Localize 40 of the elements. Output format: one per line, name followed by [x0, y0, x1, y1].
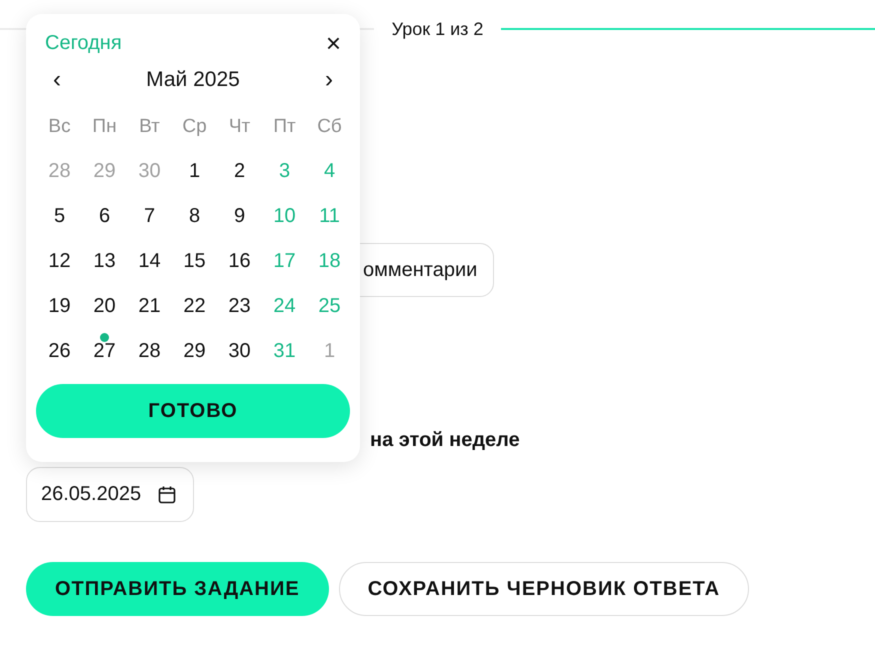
- previous-month-button[interactable]: ‹: [49, 68, 65, 92]
- weekday-label: Вт: [138, 115, 161, 139]
- calendar-day[interactable]: 8: [172, 194, 217, 239]
- weekday-label: Ср: [181, 115, 208, 139]
- weekday-label: Пт: [272, 115, 297, 139]
- calendar-day[interactable]: 22: [172, 284, 217, 329]
- calendar-day[interactable]: 15: [172, 239, 217, 284]
- calendar-icon[interactable]: [157, 484, 178, 504]
- calendar-day[interactable]: 29: [172, 329, 217, 374]
- calendar-day[interactable]: 21: [127, 284, 172, 329]
- done-button[interactable]: ГОТОВО: [36, 384, 350, 438]
- calendar-day[interactable]: 6: [82, 194, 127, 239]
- calendar-day[interactable]: 20: [82, 284, 127, 329]
- calendar-day[interactable]: 27: [82, 329, 127, 374]
- calendar-day[interactable]: 9: [217, 194, 262, 239]
- calendar-day[interactable]: 16: [217, 239, 262, 284]
- calendar-day[interactable]: 7: [127, 194, 172, 239]
- calendar-day[interactable]: 13: [82, 239, 127, 284]
- close-button[interactable]: ×: [326, 30, 341, 56]
- calendar-day[interactable]: 5: [37, 194, 82, 239]
- weekday-label: Пн: [91, 115, 118, 139]
- save-draft-button[interactable]: СОХРАНИТЬ ЧЕРНОВИК ОТВЕТА: [338, 562, 750, 616]
- lesson-progress-label: Урок 1 из 2: [390, 18, 484, 40]
- next-month-button[interactable]: ›: [320, 68, 337, 92]
- deadline-heading: на этой неделе: [370, 429, 521, 453]
- calendar-day[interactable]: 12: [37, 239, 82, 284]
- weekday-label: Вс: [47, 115, 72, 139]
- calendar-day[interactable]: 28: [127, 329, 172, 374]
- calendar-day[interactable]: 23: [217, 284, 262, 329]
- weekday-label: Сб: [316, 115, 343, 139]
- weekday-label: Чт: [228, 115, 252, 139]
- calendar-day[interactable]: 30: [217, 329, 262, 374]
- calendar-day[interactable]: 2: [217, 149, 262, 194]
- date-field[interactable]: 26.05.2025: [26, 467, 194, 522]
- calendar-day[interactable]: 26: [37, 329, 82, 374]
- month-title: Май 2025: [146, 68, 240, 92]
- calendar-day[interactable]: 14: [127, 239, 172, 284]
- calendar-day[interactable]: 1: [172, 149, 217, 194]
- calendar-day[interactable]: 19: [37, 284, 82, 329]
- submit-button[interactable]: ОТПРАВИТЬ ЗАДАНИЕ: [26, 562, 329, 616]
